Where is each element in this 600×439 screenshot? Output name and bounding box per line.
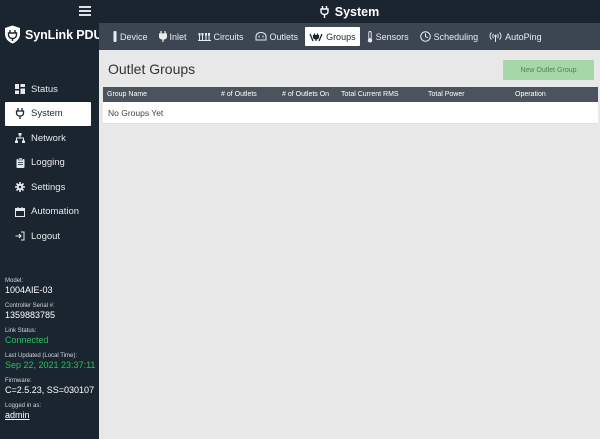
tab-label: AutoPing [505,31,542,42]
tab-label: Circuits [213,31,244,42]
tab-groups[interactable]: Groups [305,27,360,46]
groups-table: Group Name # of Outlets # of Outlets On … [103,87,598,124]
sidebar: SynLink PDU Status System Network Loggin… [0,0,102,439]
tab-sensors[interactable]: Sensors [363,27,413,46]
sidebar-item-label: Settings [31,181,66,193]
tab-outlets[interactable]: Outlets [251,27,303,46]
shield-logo-icon [5,25,20,44]
plug-icon [320,5,329,18]
calendar-icon [15,206,25,217]
link-status-value: Connected [5,335,49,345]
plug-icon [15,108,25,120]
sidebar-item-automation[interactable]: Automation [0,200,99,225]
logged-in-label: Logged in as: [5,403,42,409]
tab-label: Groups [326,31,356,42]
sidebar-item-label: Status [31,83,58,95]
sidebar-item-system[interactable]: System [5,101,91,126]
top-bar: System [99,0,600,23]
sidebar-item-logout[interactable]: Logout [0,224,99,249]
column-header-group-name[interactable]: Group Name [107,91,147,98]
column-header-outlets[interactable]: # of Outlets [221,91,257,98]
last-updated-label: Last Updated (Local Time): [5,353,78,359]
tab-label: Scheduling [433,31,479,42]
sidebar-nav: Status System Network Logging Settings A… [0,77,99,249]
sidebar-item-label: Logging [31,157,65,169]
serial-label: Controller Serial #: [5,303,55,309]
new-outlet-group-button[interactable]: New Outlet Group [503,60,594,80]
column-header-current-rms[interactable]: Total Current RMS [341,91,399,98]
tab-label: Sensors [375,31,409,42]
logout-icon [15,231,25,241]
tab-inlet[interactable]: Inlet [155,27,191,46]
tab-circuits[interactable]: Circuits [194,27,248,46]
plug-icon [158,31,167,42]
column-header-total-power[interactable]: Total Power [428,91,465,98]
outlet-icon [255,32,267,41]
tab-device[interactable]: Device [109,27,152,46]
thermometer-icon [367,30,373,43]
sidebar-item-label: System [31,108,63,120]
firmware-label: Firmware: [5,378,32,384]
tab-autoping[interactable]: AutoPing [485,27,546,46]
hamburger-menu-icon[interactable] [79,6,91,16]
network-icon [15,133,25,144]
table-header: Group Name # of Outlets # of Outlets On … [103,87,598,102]
device-icon [113,31,117,42]
sidebar-item-settings[interactable]: Settings [0,175,99,200]
gear-icon [15,182,25,193]
dashboard-icon [15,84,25,95]
model-value: 1004AIE-03 [5,285,53,295]
empty-message: No Groups Yet [108,107,164,118]
brand: SynLink PDU [4,25,102,44]
sidebar-item-status[interactable]: Status [0,77,99,102]
tab-label: Device [120,31,148,42]
sidebar-item-label: Automation [31,206,80,218]
broadcast-icon [489,31,502,42]
clipboard-icon [15,157,25,168]
tab-scheduling[interactable]: Scheduling [416,27,483,46]
tab-bar: Device Inlet Circuits Outlets Groups Sen… [99,23,600,50]
model-label: Model: [5,278,24,284]
column-header-outlets-on[interactable]: # of Outlets On [282,91,329,98]
section-heading: Outlet Groups [108,61,196,77]
link-status-label: Link Status: [5,328,37,334]
user-link[interactable]: admin [5,410,97,421]
tab-label: Inlet [169,31,187,42]
last-updated-value: Sep 22, 2021 23:37:11 [5,360,96,370]
clock-icon [419,31,431,42]
device-info: Model: 1004AIE-03 Controller Serial #: 1… [5,277,97,427]
circuits-icon [197,32,211,41]
page-title-text: System [334,4,380,19]
page-title: System [320,5,379,19]
serial-value: 1359883785 [5,310,56,320]
sidebar-item-logging[interactable]: Logging [0,151,99,176]
sidebar-item-network[interactable]: Network [0,126,99,151]
brand-name: SynLink PDU [25,27,103,42]
tab-label: Outlets [269,31,299,42]
sidebar-item-label: Logout [31,230,61,242]
main-content: Outlet Groups New Outlet Group Group Nam… [99,50,600,439]
firmware-value: C=2.5.23, SS=030107 [5,385,95,395]
groups-icon [309,32,323,42]
sidebar-item-label: Network [31,132,66,144]
table-row: No Groups Yet [103,102,598,124]
column-header-operation[interactable]: Operation [515,91,546,98]
